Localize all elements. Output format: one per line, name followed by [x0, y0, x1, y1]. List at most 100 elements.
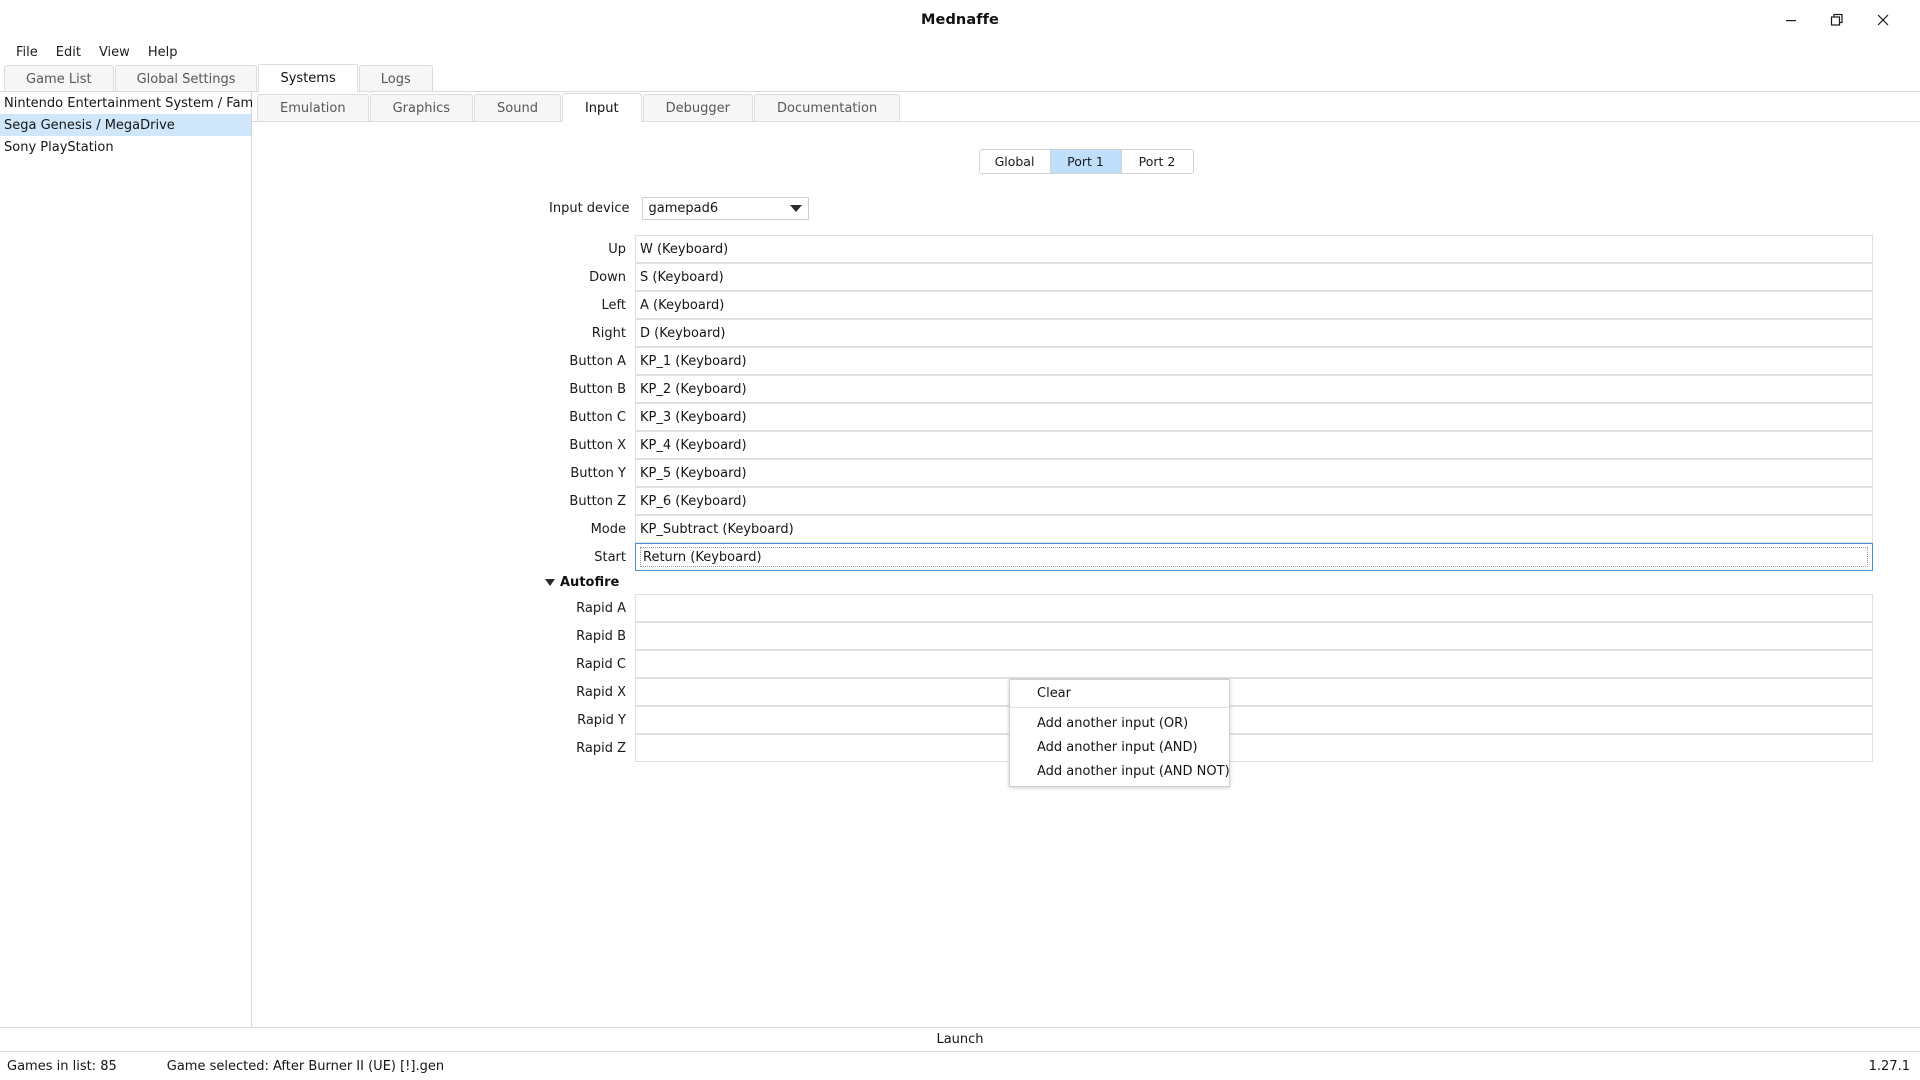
binding-label: Rapid C: [575, 656, 626, 672]
binding-row-left: Left A (Keyboard): [252, 291, 1920, 319]
binding-field-button-a[interactable]: KP_1 (Keyboard): [635, 347, 1873, 375]
port-button-port-1[interactable]: Port 1: [1050, 150, 1122, 173]
menu-bar: File Edit View Help: [0, 40, 1920, 64]
port-selector-row: Global Port 1 Port 2: [252, 149, 1920, 174]
binding-field-rapid-y[interactable]: [635, 706, 1873, 734]
binding-label: Rapid B: [576, 628, 626, 644]
binding-field-down[interactable]: S (Keyboard): [635, 263, 1873, 291]
menu-item-file[interactable]: File: [7, 43, 47, 62]
tab-logs[interactable]: Logs: [358, 65, 433, 92]
context-menu-item-clear[interactable]: Clear: [1010, 681, 1229, 705]
binding-label: Rapid X: [576, 684, 626, 700]
status-games-in-list: Games in list: 85: [7, 1058, 117, 1074]
input-settings-pane: Global Port 1 Port 2 Input device gamepa…: [252, 122, 1920, 1027]
window-title: Mednaffe: [920, 11, 999, 28]
content-pane: Emulation Graphics Sound Input Debugger …: [252, 92, 1920, 1027]
tab-emulation[interactable]: Emulation: [257, 94, 369, 122]
tab-systems[interactable]: Systems: [258, 64, 358, 93]
menu-item-edit[interactable]: Edit: [47, 43, 90, 62]
sidebar-item-sony-playstation[interactable]: Sony PlayStation: [0, 136, 251, 158]
binding-row-button-a: Button A KP_1 (Keyboard): [252, 347, 1920, 375]
tab-debugger[interactable]: Debugger: [642, 94, 753, 122]
binding-label: Up: [608, 241, 626, 257]
binding-field-rapid-z[interactable]: [635, 734, 1873, 762]
binding-label: Button Z: [569, 493, 626, 509]
main-tab-bar: Game List Global Settings Systems Logs: [0, 64, 1920, 93]
binding-label: Rapid Y: [577, 712, 626, 728]
tab-global-settings[interactable]: Global Settings: [114, 65, 258, 92]
binding-row-up: Up W (Keyboard): [252, 235, 1920, 263]
binding-field-start-value: Return (Keyboard): [640, 547, 1868, 567]
binding-field-left[interactable]: A (Keyboard): [635, 291, 1873, 319]
port-button-global[interactable]: Global: [979, 150, 1051, 173]
binding-row-rapid-a: Rapid A: [252, 594, 1920, 622]
launch-label: Launch: [936, 1032, 984, 1047]
binding-label: Button B: [569, 381, 626, 397]
application-window: Mednaffe File Edit View Help Game List G…: [0, 0, 1920, 1080]
input-device-select[interactable]: gamepad6: [641, 197, 809, 220]
binding-label: Left: [601, 297, 626, 313]
binding-field-button-z[interactable]: KP_6 (Keyboard): [635, 487, 1873, 515]
binding-row-start: Start Return (Keyboard): [252, 543, 1920, 571]
binding-label: Rapid A: [576, 600, 626, 616]
binding-row-button-x: Button X KP_4 (Keyboard): [252, 431, 1920, 459]
tab-documentation[interactable]: Documentation: [754, 94, 901, 122]
autofire-section-header[interactable]: Autofire: [252, 571, 1920, 594]
binding-field-button-b[interactable]: KP_2 (Keyboard): [635, 375, 1873, 403]
context-menu: Clear Add another input (OR) Add another…: [1009, 679, 1230, 787]
menu-item-help[interactable]: Help: [139, 43, 187, 62]
input-device-label: Input device: [549, 201, 630, 216]
binding-row-right: Right D (Keyboard): [252, 319, 1920, 347]
binding-row-rapid-b: Rapid B: [252, 622, 1920, 650]
body: Nintendo Entertainment System / Famicom …: [0, 92, 1920, 1027]
binding-row-rapid-c: Rapid C: [252, 650, 1920, 678]
context-menu-item-add-or[interactable]: Add another input (OR): [1010, 711, 1229, 735]
binding-field-rapid-a[interactable]: [635, 594, 1873, 622]
binding-row-down: Down S (Keyboard): [252, 263, 1920, 291]
binding-label: Down: [589, 269, 626, 285]
binding-row-button-b: Button B KP_2 (Keyboard): [252, 375, 1920, 403]
tab-game-list[interactable]: Game List: [4, 65, 114, 92]
binding-field-start[interactable]: Return (Keyboard): [635, 543, 1873, 571]
chevron-down-icon: [789, 205, 802, 212]
tab-graphics[interactable]: Graphics: [369, 94, 474, 122]
binding-field-button-x[interactable]: KP_4 (Keyboard): [635, 431, 1873, 459]
binding-field-rapid-c[interactable]: [635, 650, 1873, 678]
binding-field-rapid-b[interactable]: [635, 622, 1873, 650]
context-menu-item-add-and-not[interactable]: Add another input (AND NOT): [1010, 759, 1230, 783]
input-device-value: gamepad6: [648, 201, 719, 216]
sidebar-item-nes[interactable]: Nintendo Entertainment System / Famicom: [0, 92, 285, 114]
status-bar: Games in list: 85 Game selected: After B…: [0, 1052, 1920, 1080]
binding-field-rapid-x[interactable]: [635, 678, 1873, 706]
tab-sound[interactable]: Sound: [474, 94, 561, 122]
title-bar: Mednaffe: [0, 0, 1920, 40]
binding-field-right[interactable]: D (Keyboard): [635, 319, 1873, 347]
context-menu-item-add-and[interactable]: Add another input (AND): [1010, 735, 1229, 759]
binding-label: Button C: [569, 409, 626, 425]
binding-label: Button Y: [570, 465, 626, 481]
binding-label: Button X: [569, 437, 626, 453]
autofire-title: Autofire: [560, 575, 620, 590]
input-device-row: Input device gamepad6: [252, 197, 1920, 220]
sidebar-item-sega-genesis[interactable]: Sega Genesis / MegaDrive: [0, 114, 251, 136]
binding-field-button-y[interactable]: KP_5 (Keyboard): [635, 459, 1873, 487]
binding-label: Mode: [590, 521, 626, 537]
context-menu-separator: [1010, 707, 1229, 708]
binding-row-button-z: Button Z KP_6 (Keyboard): [252, 487, 1920, 515]
launch-button[interactable]: Launch: [0, 1027, 1920, 1052]
binding-label: Right: [591, 325, 626, 341]
binding-label: Rapid Z: [576, 740, 626, 756]
binding-label: Start: [594, 549, 626, 565]
binding-label: Button A: [569, 353, 626, 369]
settings-tab-bar: Emulation Graphics Sound Input Debugger …: [252, 92, 1920, 123]
binding-row-button-y: Button Y KP_5 (Keyboard): [252, 459, 1920, 487]
tab-input[interactable]: Input: [561, 93, 642, 123]
status-game-selected: Game selected: After Burner II (UE) [!].…: [166, 1058, 445, 1074]
port-selector: Global Port 1 Port 2: [978, 149, 1194, 174]
binding-field-up[interactable]: W (Keyboard): [635, 235, 1873, 263]
menu-item-view[interactable]: View: [90, 43, 139, 62]
port-button-port-2[interactable]: Port 2: [1121, 150, 1193, 173]
binding-row-mode: Mode KP_Subtract (Keyboard): [252, 515, 1920, 543]
binding-field-button-c[interactable]: KP_3 (Keyboard): [635, 403, 1873, 431]
binding-field-mode[interactable]: KP_Subtract (Keyboard): [635, 515, 1873, 543]
